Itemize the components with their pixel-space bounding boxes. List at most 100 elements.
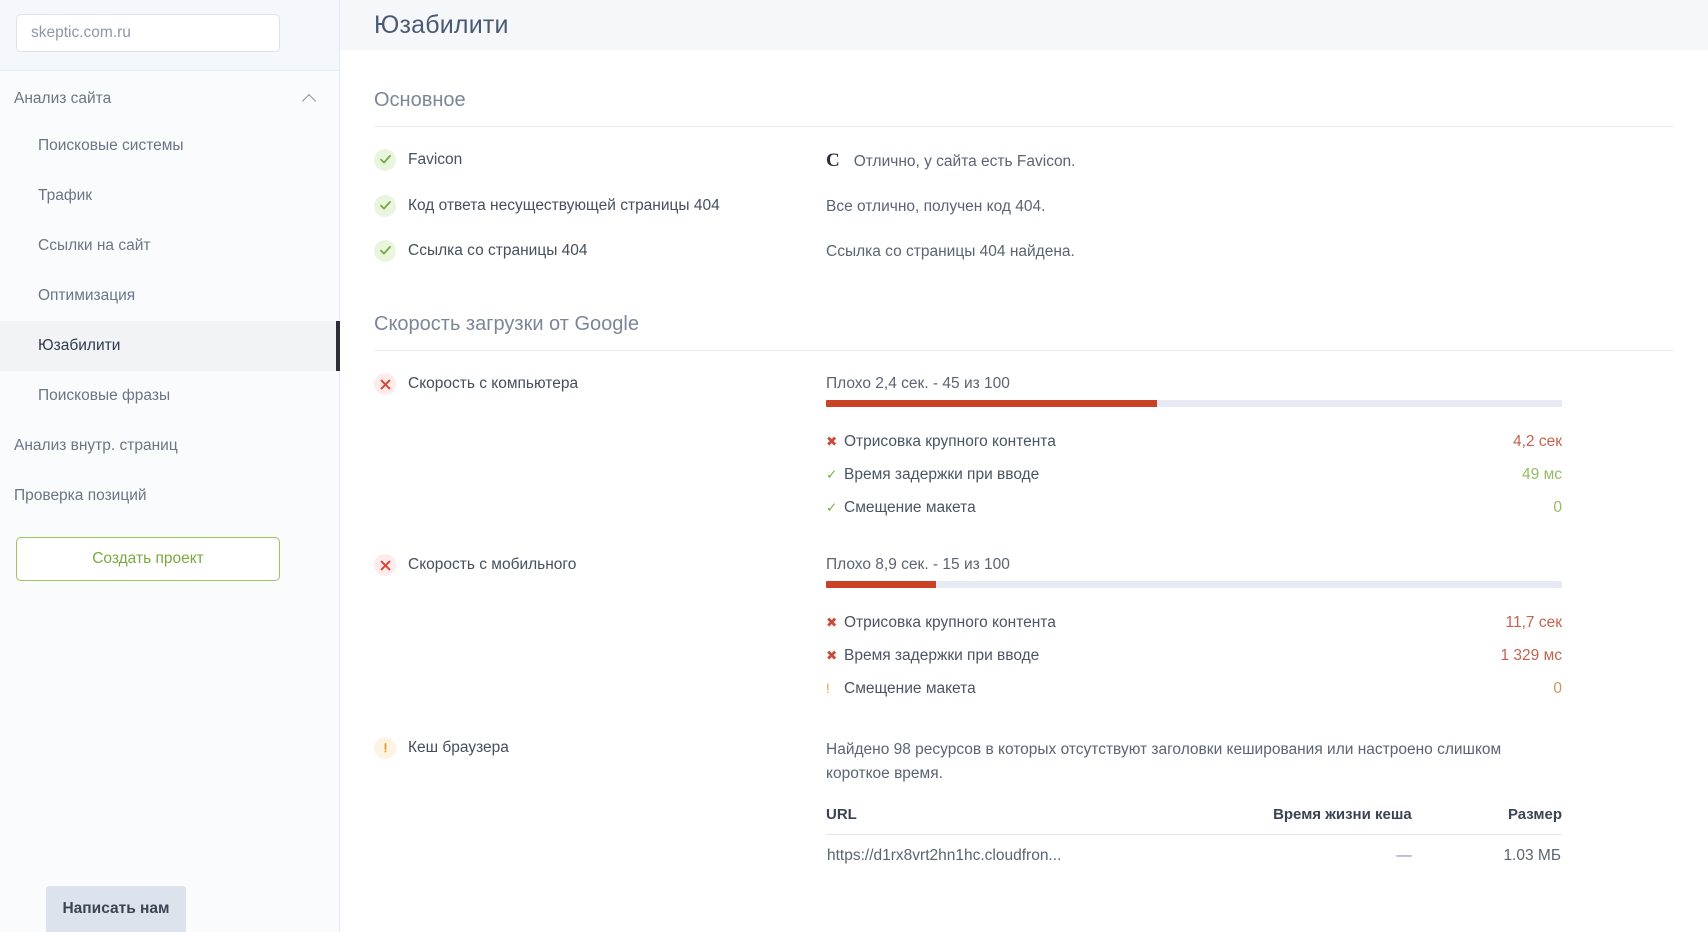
metric-ok-icon: ✓ <box>826 466 838 482</box>
content-body: Основное Favicon C Отлично, у сайта есть… <box>340 67 1708 867</box>
sidebar: skeptic.com.ru Анализ сайта Поисковые си… <box>0 0 340 932</box>
metric-ok-icon: ✓ <box>826 499 838 515</box>
sidebar-item-label: Оптимизация <box>38 287 136 304</box>
check-label: Код ответа несуществующей страницы 404 <box>408 196 720 214</box>
sidebar-item-label: Поисковые фразы <box>38 387 171 404</box>
app-root: skeptic.com.ru Анализ сайта Поисковые си… <box>0 0 1708 932</box>
check-row-404-link: Ссылка со страницы 404 Ссылка со страниц… <box>374 218 1674 263</box>
speed-metric-list: ✖ Отрисовка крупного контента 11,7 сек ✖… <box>826 606 1562 705</box>
sidebar-item-inner-pages-analysis[interactable]: Анализ внутр. страниц <box>0 421 339 471</box>
sidebar-item-search-engines[interactable]: Поисковые системы <box>0 121 339 171</box>
main-content: Юзабилити Основное Favicon C Отлично, у <box>340 0 1708 932</box>
sidebar-site-box: skeptic.com.ru <box>0 0 339 71</box>
speed-progress-fill <box>826 400 1158 408</box>
metric-row: ✖ Отрисовка крупного контента 4,2 сек <box>826 425 1562 458</box>
sidebar-item-usability[interactable]: Юзабилити <box>0 321 340 371</box>
page-title: Юзабилити <box>374 10 509 39</box>
cache-resources-table: URL Время жизни кеша Размер https://d1rx… <box>826 806 1562 866</box>
sidebar-item-backlinks[interactable]: Ссылки на сайт <box>0 221 339 271</box>
sidebar-group-site-analysis[interactable]: Анализ сайта <box>0 77 339 121</box>
status-error-icon <box>374 554 396 577</box>
site-input[interactable]: skeptic.com.ru <box>16 14 280 52</box>
chevron-up-icon <box>303 92 317 106</box>
check-label: Favicon <box>408 150 463 168</box>
sidebar-item-position-check[interactable]: Проверка позиций <box>0 471 339 521</box>
metric-row: ! Смещение макета 0 <box>826 672 1562 705</box>
metric-value: 4,2 сек <box>1512 432 1562 450</box>
metric-row: ✖ Отрисовка крупного контента 11,7 сек <box>826 606 1562 639</box>
metric-value: 11,7 сек <box>1505 613 1562 631</box>
metric-value: 49 мс <box>1522 465 1562 483</box>
check-row-404-code: Код ответа несуществующей страницы 404 В… <box>374 173 1674 218</box>
create-project-button[interactable]: Создать проект <box>16 537 280 581</box>
page-header: Юзабилити <box>340 0 1708 50</box>
sidebar-item-label: Проверка позиций <box>14 487 147 504</box>
cache-table-body: https://d1rx8vrt2hn1hc.cloudfron... — 1.… <box>826 835 1562 867</box>
metric-value: 0 <box>1553 679 1562 697</box>
check-row-right: Плохо 2,4 сек. - 45 из 100 ✖ Отрисовка к… <box>826 373 1674 524</box>
check-row-left: Код ответа несуществующей страницы 404 <box>374 194 826 217</box>
check-result-text: Ссылка со страницы 404 найдена. <box>826 242 1075 260</box>
metric-row: ✓ Время задержки при вводе 49 мс <box>826 458 1562 491</box>
sidebar-item-traffic[interactable]: Трафик <box>0 171 339 221</box>
favicon-image: C <box>826 149 840 171</box>
speed-metric-list: ✖ Отрисовка крупного контента 4,2 сек ✓ … <box>826 425 1562 524</box>
metric-value: 1 329 мс <box>1500 646 1562 664</box>
metric-label: Время задержки при вводе <box>844 465 1040 483</box>
speed-progress-track <box>826 581 1562 589</box>
check-row-right: Плохо 8,9 сек. - 15 из 100 ✖ Отрисовка к… <box>826 554 1674 705</box>
status-ok-icon <box>374 194 396 217</box>
col-url: URL <box>826 806 1177 836</box>
metric-row: ✖ Время задержки при вводе 1 329 мс <box>826 639 1562 672</box>
sidebar-item-label: Ссылки на сайт <box>38 237 151 254</box>
status-error-icon <box>374 373 396 396</box>
sidebar-item-search-phrases[interactable]: Поисковые фразы <box>0 371 339 421</box>
status-ok-icon <box>374 239 396 262</box>
metric-row: ✓ Смещение макета 0 <box>826 491 1562 524</box>
sidebar-item-label: Поисковые системы <box>38 137 184 154</box>
speed-score-label: Плохо 8,9 сек. - 15 из 100 <box>826 556 1010 574</box>
metric-label: Смещение макета <box>844 679 976 697</box>
col-cache-lifetime: Время жизни кеша <box>1176 806 1474 836</box>
metric-warning-icon: ! <box>826 680 830 696</box>
check-label: Скорость с компьютера <box>408 375 579 393</box>
check-row-left: Favicon <box>374 148 826 171</box>
section-title-basic: Основное <box>374 67 1674 127</box>
check-row-right: Все отлично, получен код 404. <box>826 195 1674 218</box>
status-warning-icon <box>374 737 396 760</box>
cell-size: 1.03 МБ <box>1503 847 1561 865</box>
metric-error-icon: ✖ <box>826 614 838 630</box>
check-row-desktop-speed: Скорость с компьютера Плохо 2,4 сек. - 4… <box>374 351 1674 524</box>
cache-table-head: URL Время жизни кеша Размер <box>826 806 1562 836</box>
check-row-mobile-speed: Скорость с мобильного Плохо 8,9 сек. - 1… <box>374 524 1674 705</box>
check-row-right: Найдено 98 ресурсов в которых отсутствую… <box>826 737 1674 866</box>
table-row: https://d1rx8vrt2hn1hc.cloudfron... — 1.… <box>826 835 1562 867</box>
cell-cache-lifetime: — <box>1396 847 1412 865</box>
check-row-favicon: Favicon C Отлично, у сайта есть Favicon. <box>374 127 1674 173</box>
metric-error-icon: ✖ <box>826 433 838 449</box>
write-us-button[interactable]: Написать нам <box>46 886 186 932</box>
check-row-left: Кеш браузера <box>374 737 826 760</box>
metric-label: Время задержки при вводе <box>844 646 1040 664</box>
check-row-right: C Отлично, у сайта есть Favicon. <box>826 149 1674 173</box>
sidebar-item-label: Трафик <box>38 187 93 204</box>
metric-value: 0 <box>1553 498 1562 516</box>
check-result-text: Все отлично, получен код 404. <box>826 197 1046 215</box>
speed-score-label: Плохо 2,4 сек. - 45 из 100 <box>826 375 1010 393</box>
sidebar-item-label: Юзабилити <box>38 337 121 354</box>
col-size: Размер <box>1473 806 1562 836</box>
cell-url[interactable]: https://d1rx8vrt2hn1hc.cloudfron... <box>826 835 1176 867</box>
sidebar-group-label: Анализ сайта <box>14 90 112 107</box>
speed-progress-fill <box>826 581 937 589</box>
check-row-right: Ссылка со страницы 404 найдена. <box>826 240 1674 263</box>
speed-progress-track <box>826 400 1562 408</box>
sidebar-item-optimization[interactable]: Оптимизация <box>0 271 339 321</box>
sidebar-nav: Анализ сайта Поисковые системы Трафик Сс… <box>0 71 340 581</box>
metric-label: Отрисовка крупного контента <box>844 432 1056 450</box>
metric-label: Отрисовка крупного контента <box>844 613 1056 631</box>
cache-description: Найдено 98 ресурсов в которых отсутствую… <box>826 741 1502 783</box>
check-result-text: Отлично, у сайта есть Favicon. <box>853 152 1076 170</box>
metric-error-icon: ✖ <box>826 647 838 663</box>
sidebar-item-label: Анализ внутр. страниц <box>14 437 178 454</box>
